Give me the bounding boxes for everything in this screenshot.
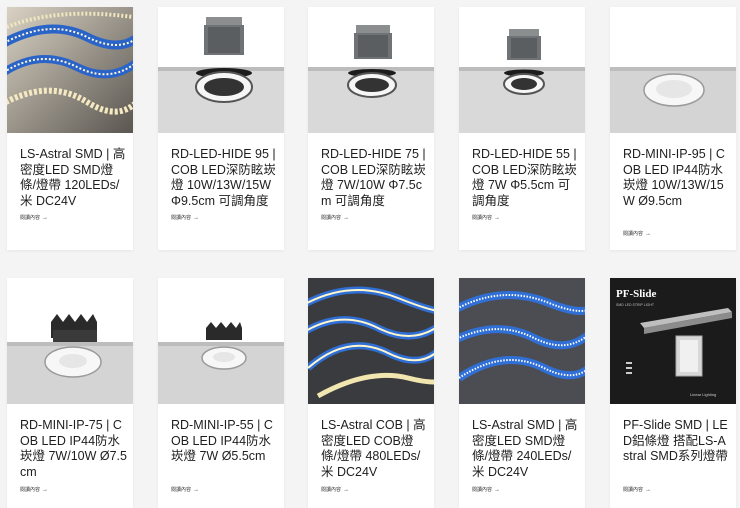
arrow-right-icon: → (42, 215, 49, 221)
product-title[interactable]: RD-LED-HIDE 95 | COB LED深防眩崁燈 10W/13W/15… (171, 147, 278, 209)
product-title[interactable]: LS-Astral SMD | 高密度LED SMD燈條/燈帶 240LEDs/… (472, 418, 579, 480)
arrow-right-icon: → (343, 215, 350, 221)
read-more-label: 閱讀內容 (20, 215, 41, 221)
arrow-right-icon: → (494, 487, 501, 493)
read-more-link[interactable]: 閱讀內容 → (321, 215, 349, 221)
arrow-right-icon: → (193, 215, 200, 221)
profile-sub-text: SMD LED STRIP LIGHT (616, 303, 655, 307)
product-grid: LS-Astral SMD | 高密度LED SMD燈條/燈帶 120LEDs/… (0, 0, 740, 508)
product-title[interactable]: LS-Astral SMD | 高密度LED SMD燈條/燈帶 120LEDs/… (20, 147, 127, 209)
read-more-label: 閱讀內容 (171, 487, 192, 493)
profile-image[interactable]: PF-Slide SMD LED STRIP LIGHT Linear Ligh… (610, 278, 736, 404)
arrow-right-icon: → (343, 487, 350, 493)
mini-downlight-image[interactable] (7, 278, 133, 404)
read-more-link[interactable]: 閱讀內容 → (623, 487, 651, 493)
read-more-link[interactable]: 閱讀內容 → (321, 487, 349, 493)
product-title[interactable]: RD-LED-HIDE 55 | COB LED深防眩崁燈 7W Φ5.5cm … (472, 147, 579, 209)
product-card[interactable]: RD-LED-HIDE 95 | COB LED深防眩崁燈 10W/13W/15… (158, 7, 284, 250)
product-card[interactable]: RD-LED-HIDE 75 | COB LED深防眩崁燈 7W/10W Φ7.… (308, 7, 434, 250)
read-more-label: 閱讀內容 (321, 215, 342, 221)
read-more-link[interactable]: 閱讀內容 → (171, 487, 199, 493)
mini-downlight-image[interactable] (158, 278, 284, 404)
read-more-link[interactable]: 閱讀內容 → (20, 487, 48, 493)
read-more-label: 閱讀內容 (623, 487, 644, 493)
product-card[interactable]: PF-Slide SMD LED STRIP LIGHT Linear Ligh… (610, 278, 736, 508)
product-title[interactable]: RD-MINI-IP-75 | COB LED IP44防水崁燈 7W/10W … (20, 418, 127, 480)
product-card[interactable]: RD-LED-HIDE 55 | COB LED深防眩崁燈 7W Φ5.5cm … (459, 7, 585, 250)
downlight-image[interactable] (308, 7, 434, 133)
read-more-link[interactable]: 閱讀內容 → (171, 215, 199, 221)
product-card[interactable]: RD-MINI-IP-95 | COB LED IP44防水崁燈 10W/13W… (610, 7, 736, 250)
product-title[interactable]: RD-MINI-IP-55 | COB LED IP44防水崁燈 7W Ø5.5… (171, 418, 278, 465)
product-card[interactable]: LS-Astral SMD | 高密度LED SMD燈條/燈帶 120LEDs/… (7, 7, 133, 250)
arrow-right-icon: → (494, 215, 501, 221)
profile-tag-text: Linear Lighting (690, 392, 716, 397)
read-more-label: 閱讀內容 (623, 231, 644, 237)
product-card[interactable]: RD-MINI-IP-55 | COB LED IP44防水崁燈 7W Ø5.5… (158, 278, 284, 508)
led-strip-image[interactable] (459, 278, 585, 404)
product-title[interactable]: RD-MINI-IP-95 | COB LED IP44防水崁燈 10W/13W… (623, 147, 730, 209)
arrow-right-icon: → (42, 487, 49, 493)
mini-downlight-image[interactable] (610, 7, 736, 133)
read-more-label: 閱讀內容 (20, 487, 41, 493)
downlight-image[interactable] (459, 7, 585, 133)
product-title[interactable]: LS-Astral COB | 高密度LED COB燈條/燈帶 480LEDs/… (321, 418, 428, 480)
arrow-right-icon: → (645, 487, 652, 493)
product-title[interactable]: PF-Slide SMD | LED鋁條燈 搭配LS-Astral SMD系列燈… (623, 418, 730, 465)
led-strip-image[interactable] (7, 7, 133, 133)
read-more-label: 閱讀內容 (472, 487, 493, 493)
read-more-link[interactable]: 閱讀內容 → (623, 231, 651, 237)
cob-strip-image[interactable] (308, 278, 434, 404)
product-card[interactable]: RD-MINI-IP-75 | COB LED IP44防水崁燈 7W/10W … (7, 278, 133, 508)
read-more-link[interactable]: 閱讀內容 → (472, 215, 500, 221)
read-more-label: 閱讀內容 (472, 215, 493, 221)
product-card[interactable]: LS-Astral SMD | 高密度LED SMD燈條/燈帶 240LEDs/… (459, 278, 585, 508)
profile-brand-text: PF-Slide (616, 288, 656, 300)
downlight-image[interactable] (158, 7, 284, 133)
read-more-label: 閱讀內容 (171, 215, 192, 221)
read-more-label: 閱讀內容 (321, 487, 342, 493)
product-title[interactable]: RD-LED-HIDE 75 | COB LED深防眩崁燈 7W/10W Φ7.… (321, 147, 428, 209)
arrow-right-icon: → (193, 487, 200, 493)
arrow-right-icon: → (645, 231, 652, 237)
read-more-link[interactable]: 閱讀內容 → (472, 487, 500, 493)
product-card[interactable]: LS-Astral COB | 高密度LED COB燈條/燈帶 480LEDs/… (308, 278, 434, 508)
read-more-link[interactable]: 閱讀內容 → (20, 215, 48, 221)
